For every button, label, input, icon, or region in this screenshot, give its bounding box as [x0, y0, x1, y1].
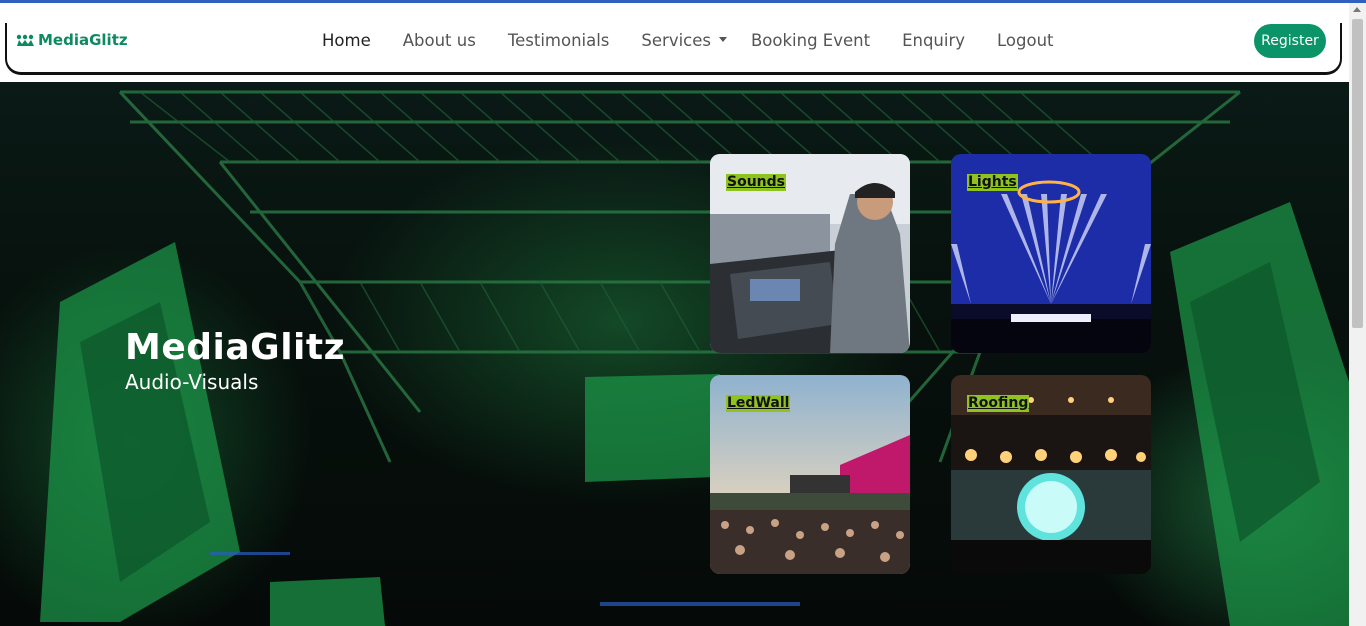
- nav-booking-event[interactable]: Booking Event: [735, 31, 886, 50]
- page-scrollbar[interactable]: [1349, 3, 1366, 626]
- brand-name: MediaGlitz: [38, 31, 128, 49]
- scrollbar-thumb[interactable]: [1352, 19, 1363, 328]
- hero-text: MediaGlitz Audio-Visuals: [125, 327, 345, 394]
- nav-logout[interactable]: Logout: [981, 31, 1070, 50]
- service-card-ledwall[interactable]: LedWall: [710, 375, 910, 574]
- nav-testimonials[interactable]: Testimonials: [492, 31, 626, 50]
- card-label-roofing: Roofing: [967, 395, 1030, 412]
- card-label-sounds: Sounds: [726, 174, 786, 191]
- hero-subtitle: Audio-Visuals: [125, 370, 259, 394]
- chevron-down-icon: [718, 37, 727, 42]
- hero-section: MediaGlitz Audio-Visuals Sounds Lights L…: [0, 82, 1349, 626]
- service-card-roofing[interactable]: Roofing: [951, 375, 1151, 574]
- service-card-sounds[interactable]: Sounds: [710, 154, 910, 353]
- service-card-lights[interactable]: Lights: [951, 154, 1151, 353]
- nav-home[interactable]: Home: [306, 31, 387, 50]
- scroll-up-arrow-icon[interactable]: [1353, 7, 1361, 12]
- nav-enquiry[interactable]: Enquiry: [886, 31, 981, 50]
- nav-about-us[interactable]: About us: [387, 31, 492, 50]
- register-button[interactable]: Register: [1254, 24, 1326, 58]
- navbar: MediaGlitz Home About us Testimonials Se…: [0, 3, 1349, 75]
- main-nav: Home About us Testimonials Services Book…: [306, 31, 1070, 50]
- card-label-lights: Lights: [967, 174, 1018, 191]
- nav-services-label: Services: [641, 31, 711, 50]
- nav-services-dropdown[interactable]: Services: [625, 31, 735, 50]
- card-label-ledwall: LedWall: [726, 395, 791, 412]
- hero-title: MediaGlitz: [125, 327, 346, 368]
- brand-link[interactable]: MediaGlitz: [16, 31, 128, 49]
- brand-logo-icon: [16, 34, 34, 46]
